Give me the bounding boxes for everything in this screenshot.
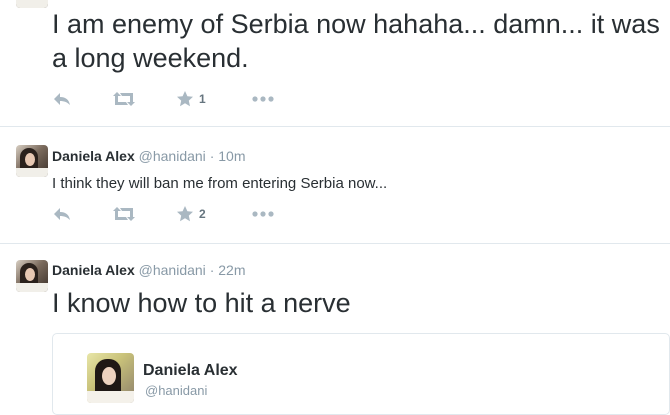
retweet-icon [113, 207, 135, 221]
more-icon [252, 211, 274, 217]
separator-dot: · [209, 148, 215, 164]
more-button[interactable] [251, 89, 275, 109]
tweet-text: I think they will ban me from entering S… [52, 175, 388, 192]
avatar[interactable] [16, 260, 48, 292]
retweet-icon [113, 92, 135, 106]
avatar[interactable] [16, 0, 48, 8]
tweet-actions: 2 [52, 204, 292, 224]
retweet-button[interactable] [112, 204, 136, 224]
more-icon [252, 96, 274, 102]
more-button[interactable] [251, 204, 275, 224]
quoted-tweet-card[interactable]: Daniela Alex @hanidani [52, 333, 670, 415]
separator-dot: · [209, 262, 215, 278]
tweet-text: I am enemy of Serbia now hahaha... damn.… [52, 9, 660, 73]
quoted-username[interactable]: @hanidani [145, 383, 207, 399]
tweet-actions: 1 [52, 89, 292, 109]
tweet-1[interactable]: I am enemy of Serbia now hahaha... damn.… [0, 0, 670, 125]
tweet-header: Daniela Alex @hanidani · 22m [52, 261, 245, 279]
quoted-display-name[interactable]: Daniela Alex [143, 361, 238, 381]
timestamp[interactable]: 10m [218, 148, 245, 164]
retweet-button[interactable] [112, 89, 136, 109]
favorite-count: 2 [199, 207, 206, 221]
favorite-button[interactable]: 1 [176, 89, 206, 109]
display-name[interactable]: Daniela Alex [52, 262, 135, 278]
star-icon [177, 91, 193, 107]
display-name[interactable]: Daniela Alex [52, 148, 135, 164]
tweet-header: Daniela Alex @hanidani · 10m [52, 147, 245, 165]
reply-button[interactable] [52, 204, 72, 224]
favorite-count: 1 [199, 92, 206, 106]
timestamp[interactable]: 22m [218, 262, 245, 278]
avatar[interactable] [16, 145, 48, 177]
username[interactable]: @hanidani [139, 262, 206, 278]
favorite-button[interactable]: 2 [176, 204, 206, 224]
tweet-text: I know how to hit a nerve [52, 288, 351, 318]
tweet-2[interactable]: Daniela Alex @hanidani · 10m I think the… [0, 127, 670, 243]
quoted-avatar[interactable] [87, 353, 134, 403]
reply-button[interactable] [52, 89, 72, 109]
reply-icon [54, 93, 70, 105]
star-icon [177, 206, 193, 222]
username[interactable]: @hanidani [139, 148, 206, 164]
reply-icon [54, 208, 70, 220]
